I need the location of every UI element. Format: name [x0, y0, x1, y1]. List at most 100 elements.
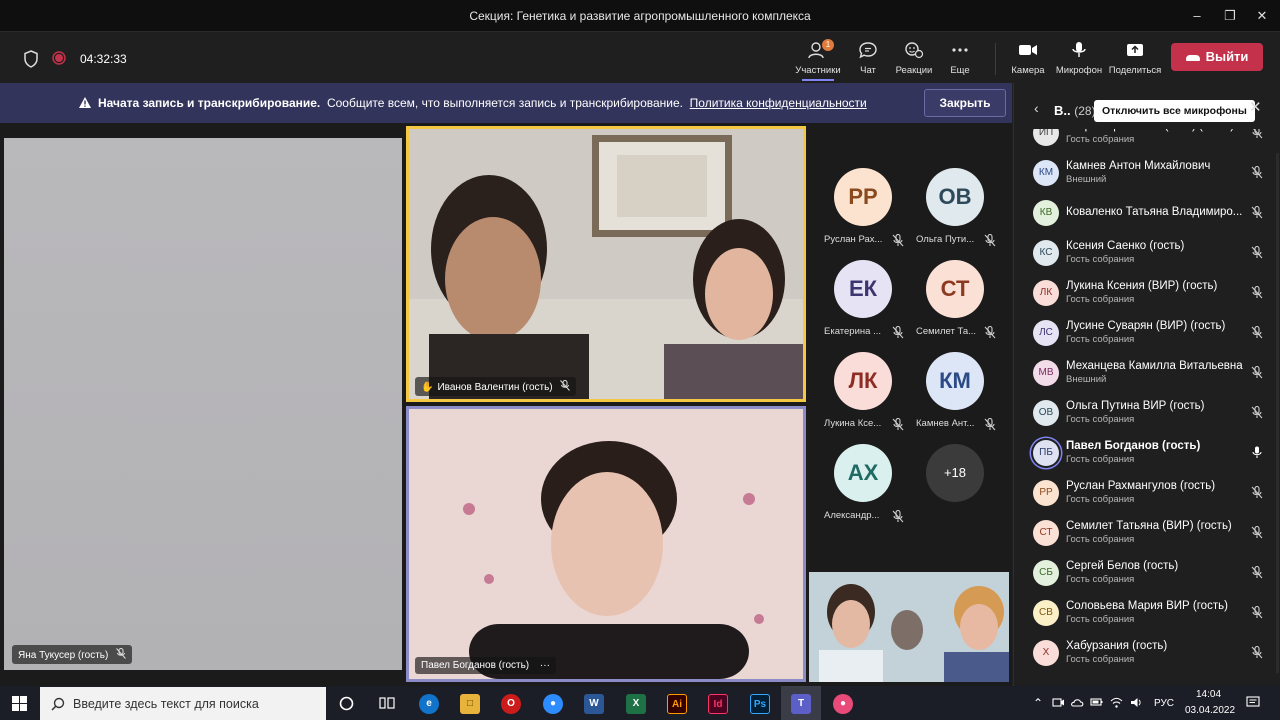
windows-start-icon[interactable] [12, 696, 27, 711]
back-chevron-icon[interactable]: ‹ [1034, 100, 1039, 116]
participant-role: Гость собрания [1066, 294, 1135, 305]
participant-item[interactable]: МВ Механцева Камилла Витальевна Внешний [1014, 353, 1280, 393]
participant-avatar: ПБ [1033, 440, 1059, 466]
participant-item[interactable]: СБ Сергей Белов (гость) Гость собрания [1014, 553, 1280, 593]
video-tile-top[interactable]: ✋ Иванов Валентин (гость) [406, 126, 806, 402]
leave-label: Выйти [1205, 49, 1249, 64]
teams-taskbar-active[interactable]: T [781, 686, 821, 720]
camera-button[interactable]: Камера [1000, 41, 1056, 76]
meet-now-icon[interactable] [1052, 696, 1065, 709]
close-panel-icon[interactable]: ✕ [1249, 98, 1262, 116]
share-button[interactable]: Поделиться [1107, 41, 1163, 76]
mic-off-icon [892, 233, 904, 247]
participant-item[interactable]: ЛК Лукина Ксения (ВИР) (гость) Гость собра… [1014, 273, 1280, 313]
more-button[interactable]: Еще [932, 41, 988, 76]
more-options-icon[interactable]: ··· [540, 660, 550, 671]
privacy-policy-link[interactable]: Политика конфиденциальности [690, 96, 867, 110]
participant-item[interactable]: ОВ Ольга Путина ВИР (гость) Гость собрания [1014, 393, 1280, 433]
more-icon [952, 48, 968, 52]
participant-role: Гость собрания [1066, 334, 1135, 345]
participant-avatar: МВ [1033, 360, 1059, 386]
active-tab-indicator [802, 79, 834, 81]
indesign-icon[interactable]: Id [708, 694, 728, 714]
avatar[interactable]: ОВ [926, 168, 984, 226]
mic-off-icon [1251, 365, 1263, 384]
avatar[interactable]: КМ [926, 352, 984, 410]
participant-item[interactable]: ИП Игорь Коротенков (ВИР) (гость) Гость со… [1014, 129, 1280, 153]
cortana-icon[interactable] [339, 696, 354, 711]
participant-role: Гость собрания [1066, 654, 1135, 665]
mic-off-icon [892, 509, 904, 523]
participant-item[interactable]: СВ Соловьева Мария ВИР (гость) Гость собра… [1014, 593, 1280, 633]
window-title: Секция: Генетика и развитие агропромышле… [469, 9, 811, 23]
leave-button[interactable]: Выйти [1171, 43, 1263, 71]
zoom-icon[interactable]: ● [543, 694, 563, 714]
illustrator-icon[interactable]: Ai [667, 694, 687, 714]
tray-chevron-icon[interactable]: ⌃ [1033, 696, 1043, 710]
search-icon [51, 697, 65, 711]
maximize-icon[interactable]: ❐ [1220, 6, 1240, 26]
avatar-name: Руслан Рах... [824, 234, 883, 245]
meeting-timer: 04:32:33 [80, 52, 127, 66]
notifications-icon[interactable] [1246, 696, 1260, 709]
warning-icon [79, 97, 91, 108]
scrollbar[interactable] [1276, 153, 1279, 673]
taskbar-search-input[interactable]: Введите здесь текст для поиска [40, 687, 326, 720]
avatar[interactable]: СТ [926, 260, 984, 318]
participant-name: Игорь Коротенков (ВИР) (гость) [1066, 129, 1244, 132]
avatar[interactable]: ЕК [834, 260, 892, 318]
avatar[interactable]: +18 [926, 444, 984, 502]
participant-item[interactable]: КС Ксения Саенко (гость) Гость собрания [1014, 233, 1280, 273]
microphone-button[interactable]: Микрофон [1051, 41, 1107, 76]
word-icon[interactable]: W [584, 694, 604, 714]
avatar[interactable]: ЛК [834, 352, 892, 410]
edge-icon[interactable]: e [419, 694, 439, 714]
participant-item[interactable]: Х Хабурзания (гость) Гость собрания [1014, 633, 1280, 673]
participant-name: Коваленко Татьяна Владимиро... [1066, 206, 1243, 218]
participant-item[interactable]: СТ Семилет Татьяна (ВИР) (гость) Гость соб… [1014, 513, 1280, 553]
participants-button[interactable]: 1 Участники [790, 39, 846, 81]
battery-icon[interactable] [1090, 696, 1103, 709]
onedrive-icon[interactable] [1071, 696, 1084, 709]
participant-name: Павел Богданов (гость) [1066, 440, 1201, 452]
file-explorer-icon[interactable]: □ [460, 694, 480, 714]
participants-panel: ‹ В.. (28) Отключить все микрофоны ✕ ИПИ… [1013, 83, 1280, 686]
minimize-icon[interactable]: – [1187, 6, 1207, 26]
reactions-label: Реакции [895, 65, 933, 76]
participant-name: Лусине Суварян (ВИР) (гость) [1066, 320, 1226, 332]
banner-bold-text: Начата запись и транскрибирование. [98, 96, 321, 110]
participant-item[interactable]: ПБ Павел Богданов (гость) Гость собрания [1014, 433, 1280, 473]
paint-3d-icon[interactable]: ● [833, 694, 853, 714]
participant-item[interactable]: ЛС Лусине Суварян (ВИР) (гость) Гость собр… [1014, 313, 1280, 353]
participants-label: Участники [795, 65, 841, 76]
mic-off-icon [1251, 405, 1263, 424]
participant-item[interactable]: КВ Коваленко Татьяна Владимиро... [1014, 193, 1280, 233]
language-indicator[interactable]: РУС [1154, 698, 1174, 709]
self-view-tile[interactable] [809, 572, 1009, 682]
video-feed-bottom [409, 409, 803, 679]
banner-close-button[interactable]: Закрыть [924, 89, 1006, 117]
avatar[interactable]: РР [834, 168, 892, 226]
clock-date[interactable]: 03.04.2022 [1185, 705, 1235, 716]
photoshop-icon[interactable]: Ps [750, 694, 770, 714]
participant-item[interactable]: КМ Камнев Антон Михайлович Внешний [1014, 153, 1280, 193]
shield-icon[interactable] [23, 50, 39, 68]
video-tile-left[interactable]: Яна Тукусер (гость) [4, 138, 402, 670]
participant-item[interactable]: РР Руслан Рахмангулов (гость) Гость собран… [1014, 473, 1280, 513]
wifi-icon[interactable] [1110, 696, 1123, 709]
panel-title: В.. [1054, 103, 1071, 118]
close-window-icon[interactable]: ✕ [1252, 6, 1272, 26]
recording-banner: Начата запись и транскрибирование. Сообщ… [0, 83, 1012, 123]
avatar[interactable]: АХ [834, 444, 892, 502]
clock-time[interactable]: 14:04 [1196, 689, 1221, 700]
avatar-name: Семилет Та... [916, 326, 976, 337]
microphone-icon [1072, 42, 1086, 57]
mic-off-icon [1251, 245, 1263, 264]
video-tile-bottom[interactable]: Павел Богданов (гость) ··· [406, 406, 806, 682]
volume-icon[interactable] [1130, 696, 1143, 709]
mute-all-button[interactable]: Отключить все микрофоны [1094, 100, 1255, 122]
task-view-icon[interactable] [379, 695, 395, 711]
participant-role: Гость собрания [1066, 134, 1135, 145]
opera-icon[interactable]: O [501, 694, 521, 714]
excel-icon[interactable]: X [626, 694, 646, 714]
